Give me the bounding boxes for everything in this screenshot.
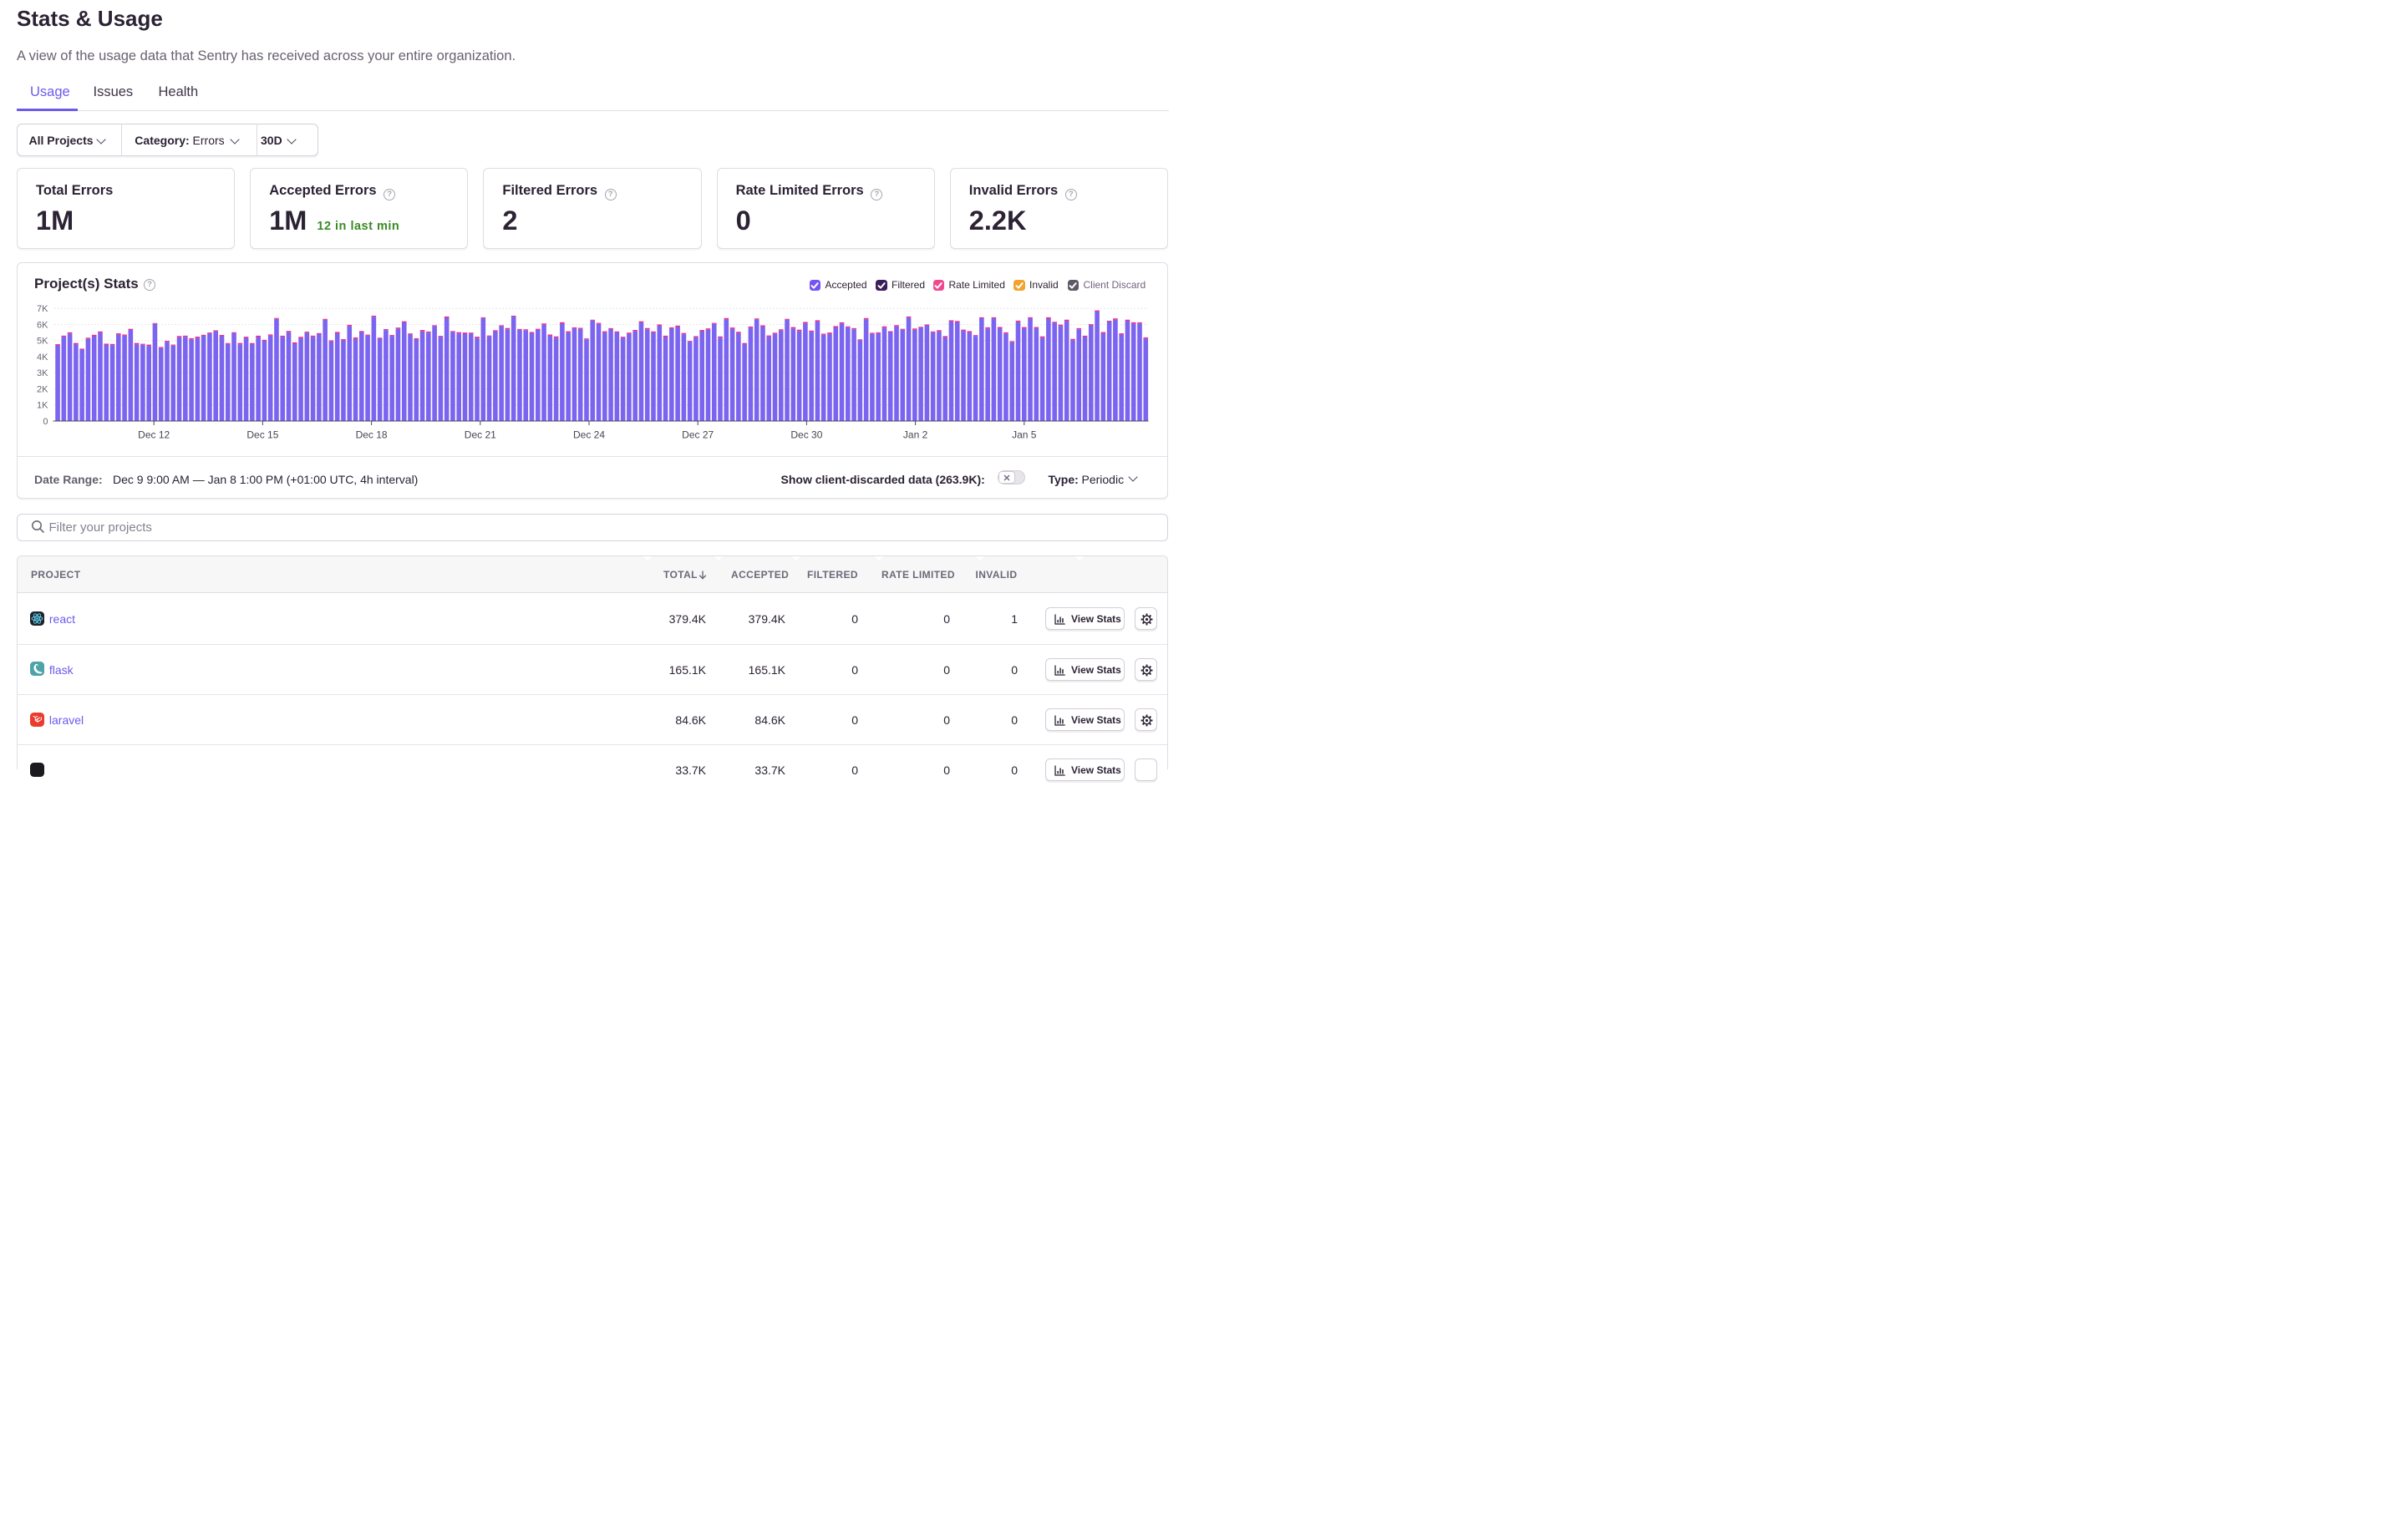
svg-text:1K: 1K — [37, 401, 48, 411]
svg-text:Dec 21: Dec 21 — [465, 429, 496, 441]
svg-text:6K: 6K — [37, 320, 48, 330]
svg-text:Dec 30: Dec 30 — [790, 429, 822, 441]
svg-text:3K: 3K — [37, 368, 48, 378]
svg-text:Dec 15: Dec 15 — [246, 429, 278, 441]
svg-text:4K: 4K — [37, 353, 48, 363]
svg-text:Dec 18: Dec 18 — [356, 429, 388, 441]
svg-text:Dec 24: Dec 24 — [573, 429, 605, 441]
svg-text:7K: 7K — [37, 304, 48, 314]
svg-text:Jan 2: Jan 2 — [903, 429, 928, 441]
svg-text:2K: 2K — [37, 384, 48, 394]
svg-text:Dec 12: Dec 12 — [138, 429, 170, 441]
svg-text:0: 0 — [43, 417, 48, 427]
svg-text:Jan 5: Jan 5 — [1012, 429, 1037, 441]
svg-text:Dec 27: Dec 27 — [682, 429, 714, 441]
svg-text:5K: 5K — [37, 337, 48, 347]
